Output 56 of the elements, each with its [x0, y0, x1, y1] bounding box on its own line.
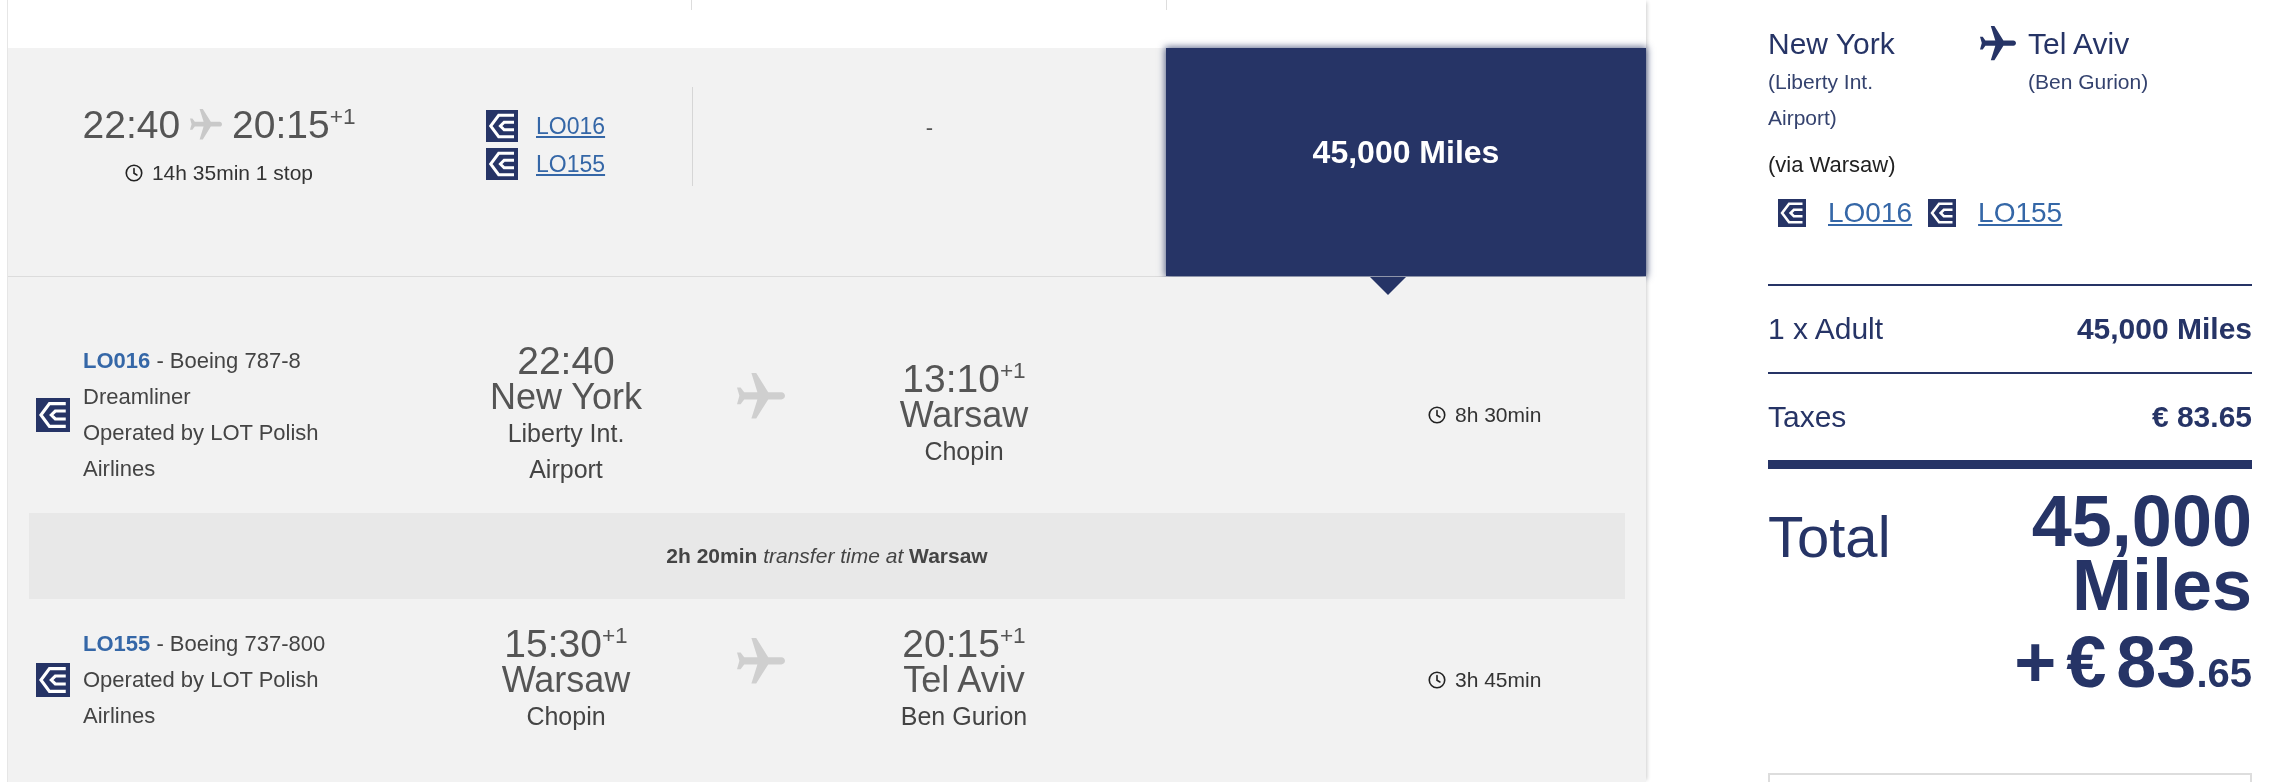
flight-number-link[interactable]: LO155: [83, 631, 151, 656]
departure-airport: Chopin: [526, 701, 606, 732]
flight-number-link[interactable]: LO155: [1978, 197, 2063, 229]
price-value: € 83.65: [2151, 400, 2252, 434]
price-value: 45,000 Miles: [2076, 312, 2252, 346]
airline-logo-icon: [486, 148, 518, 180]
flight-number-link[interactable]: LO016: [1828, 197, 1913, 229]
clock-icon: [1428, 406, 1446, 424]
aircraft-info: LO016 - Boeing 787-8 Dreamliner: [83, 347, 302, 411]
fare-button[interactable]: 45,000 Miles: [1166, 48, 1646, 276]
fare-value: -: [925, 114, 934, 142]
departure-time: 22:40: [82, 102, 181, 148]
airline-logo-icon: [486, 110, 518, 142]
airline-logo-icon: [36, 663, 70, 697]
duration-text: 3h 45min: [1455, 668, 1542, 692]
price-label: 1 x Adult: [1768, 312, 1884, 346]
airline-logo-icon: [1778, 199, 1806, 227]
flight-number-link[interactable]: LO155: [536, 150, 606, 178]
origin-airport: (Liberty Int. Airport): [1768, 69, 1875, 131]
plane-icon: [737, 638, 785, 686]
departure-airport: Liberty Int. Airport: [506, 418, 626, 485]
result-row[interactable]: 22:40 20:15$^{+1}$ 14h 35min 1 stop LO016 LO155 - 45,000 Miles: [8, 48, 1646, 277]
airline-logo-icon: [36, 398, 70, 432]
clock-icon: [124, 164, 143, 182]
departure-time: 15:30$^{+1}$: [504, 626, 628, 662]
departure-city: Warsaw: [501, 662, 631, 698]
total-label: Total: [1768, 503, 1891, 571]
flight-number-link[interactable]: LO016: [83, 348, 151, 373]
plane-icon: [1980, 26, 2016, 62]
destination-airport: (Ben Gurion): [2028, 69, 2149, 95]
plane-icon: [190, 109, 223, 141]
operator-text: Operated by LOT Polish Airlines: [83, 666, 320, 730]
arrival-city: Warsaw: [899, 397, 1029, 433]
total-miles: 45,000 Miles: [2031, 489, 2252, 617]
duration-text: 8h 30min: [1455, 403, 1542, 427]
clock-icon: [1428, 671, 1446, 689]
duration-text: 14h 35min 1 stop: [151, 161, 314, 185]
departure-city: New York: [489, 379, 643, 415]
via-text: (via Warsaw): [1768, 151, 1896, 179]
price-label: Taxes: [1768, 400, 1847, 434]
plane-icon: [737, 373, 785, 421]
transfer-text: 2h 20min transfer time at Warsaw: [666, 544, 988, 568]
airline-logo-icon: [1928, 199, 1957, 227]
operator-text: Operated by LOT Polish Airlines: [83, 419, 320, 483]
arrival-airport: Chopin: [924, 436, 1004, 467]
arrival-airport: Ben Gurion: [900, 701, 1028, 732]
arrival-time: 20:15$^{+1}$: [902, 626, 1026, 662]
arrival-city: Tel Aviv: [903, 662, 1025, 698]
flight-number-link[interactable]: LO016: [536, 112, 606, 140]
destination-city: Tel Aviv: [2028, 26, 2130, 62]
total-taxes: + € 83.65: [2014, 622, 2252, 704]
origin-city: New York: [1768, 26, 1895, 62]
departure-time: 22:40: [517, 343, 615, 379]
arrival-time: 13:10$^{+1}$: [902, 361, 1026, 397]
arrival-time: 20:15$^{+1}$: [232, 102, 356, 148]
aircraft-info: LO155 - Boeing 737-800: [83, 630, 327, 658]
